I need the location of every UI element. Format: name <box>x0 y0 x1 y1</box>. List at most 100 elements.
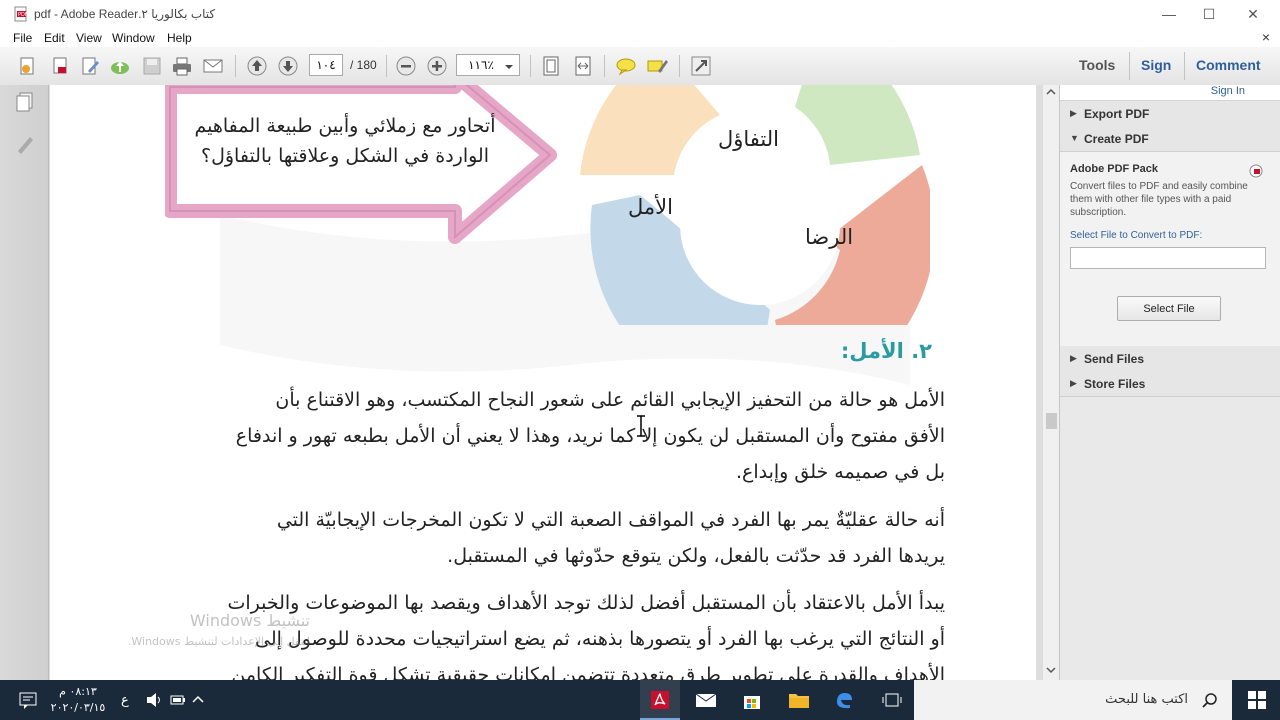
clock-time: ٠٨:١٣ م <box>59 685 97 698</box>
export-pdf-label: Export PDF <box>1084 107 1150 121</box>
expand-arrow-icon: ▶ <box>1070 108 1077 118</box>
store-files-label: Store Files <box>1084 377 1146 391</box>
save-icon[interactable] <box>141 55 163 77</box>
volume-icon[interactable] <box>145 692 163 708</box>
create-pdf-panel: Adobe PDF Pack Convert files to PDF and … <box>1060 152 1280 347</box>
email-icon[interactable] <box>202 55 224 77</box>
text-cursor-icon <box>637 415 645 437</box>
comment-tab[interactable]: Comment <box>1196 57 1261 73</box>
chevron-down-icon[interactable] <box>503 61 515 73</box>
text-line: الأهداف والقدرة على تطوير طرق متعددة تتض… <box>231 664 945 680</box>
page-number-input[interactable]: ١٠٤ <box>309 54 343 76</box>
pack-description: Convert files to PDF and easily combine … <box>1070 181 1248 218</box>
task-view-icon[interactable] <box>882 691 902 709</box>
pdf-page: أتحاور مع زملائي وأبين طبيعة المفاهيم ال… <box>50 85 1036 680</box>
close-button[interactable]: ✕ <box>1230 0 1276 29</box>
paragraph-1: الأمل هو حالة من التحفيز الإيجابي القائم… <box>145 382 945 490</box>
select-file-label: Select File to Convert to PDF: <box>1070 230 1203 241</box>
edge-browser-icon[interactable] <box>834 690 854 710</box>
collapse-arrow-icon: ▼ <box>1070 133 1079 143</box>
text-line: الأمل هو حالة من التحفيز الإيجابي القائم… <box>275 389 945 411</box>
scroll-down-icon[interactable] <box>1046 665 1056 675</box>
file-path-field[interactable] <box>1070 247 1266 269</box>
create-pdf-icon[interactable] <box>17 55 39 77</box>
fit-width-icon[interactable] <box>572 55 594 77</box>
windows-activation-watermark: تنشيط Windows <box>189 611 310 630</box>
adobe-reader-icon <box>651 691 669 709</box>
sign-in-link[interactable]: Sign In <box>1211 85 1245 97</box>
upload-cloud-icon[interactable] <box>109 55 131 77</box>
select-file-button[interactable]: Select File <box>1117 296 1221 321</box>
previous-page-icon[interactable] <box>246 55 268 77</box>
tools-tab[interactable]: Tools <box>1079 57 1115 73</box>
menu-window[interactable]: Window <box>112 31 155 45</box>
create-pdf-section[interactable]: ▼ Create PDF <box>1060 126 1280 152</box>
diagram-label-hope: الأمل <box>628 195 673 219</box>
close-document-icon[interactable]: × <box>1262 29 1270 45</box>
text-line: يريدها الفرد قد حدّثت بالفعل، ولكن يتوقع… <box>447 545 945 567</box>
windows-activation-subtext: انتقل إلى الإعدادات لتنشيط Windows. <box>127 635 310 648</box>
callout-line: أتحاور مع زملائي وأبين طبيعة المفاهيم <box>194 115 496 137</box>
full-screen-icon[interactable] <box>690 55 712 77</box>
battery-icon[interactable] <box>170 693 186 707</box>
fit-page-icon[interactable] <box>540 55 562 77</box>
send-files-label: Send Files <box>1084 352 1145 366</box>
clock-date: ٢٠٢٠/٠٣/١٥ <box>50 701 106 714</box>
title-bar: PDF كتاب بكالوريا ٢.pdf - Adobe Reader —… <box>0 0 1280 29</box>
scroll-thumb[interactable] <box>1046 413 1057 429</box>
paragraph-2: أنه حالة عقليّةٌ يمر بها الفرد في المواق… <box>145 502 945 574</box>
page-thumbnails-icon[interactable] <box>14 91 36 113</box>
export-pdf-section[interactable]: ▶ Export PDF <box>1060 101 1280 127</box>
diagram-label-contentment: الرضا <box>805 225 854 249</box>
maximize-button[interactable]: ☐ <box>1186 0 1232 29</box>
menu-edit[interactable]: Edit <box>44 31 65 45</box>
windows-start-icon[interactable] <box>1248 691 1266 709</box>
zoom-out-icon[interactable] <box>395 55 417 77</box>
paragraph-3: يبدأ الأمل بالاعتقاد بأن المستقبل أفضل ل… <box>145 585 945 680</box>
text-line: أنه حالة عقليّةٌ يمر بها الفرد في المواق… <box>276 509 945 531</box>
zoom-in-icon[interactable] <box>426 55 448 77</box>
scroll-up-icon[interactable] <box>1046 87 1056 97</box>
callout-text: أتحاور مع زملائي وأبين طبيعة المفاهيم ال… <box>190 111 500 171</box>
expand-arrow-icon: ▶ <box>1070 353 1077 363</box>
search-icon <box>1202 693 1217 708</box>
sticky-note-icon[interactable] <box>615 55 637 77</box>
input-language[interactable]: ع <box>121 692 129 708</box>
concept-ring-diagram <box>580 85 930 325</box>
tools-pane: Sign In ▶ Export PDF ▼ Create PDF Adobe … <box>1059 85 1280 680</box>
file-explorer-icon[interactable] <box>788 690 810 710</box>
window-title: كتاب بكالوريا ٢.pdf - Adobe Reader <box>34 7 216 21</box>
document-scrollbar[interactable] <box>1042 85 1060 680</box>
pack-title: Adobe PDF Pack <box>1070 163 1159 175</box>
windows-taskbar: ٠٨:١٣ م ٢٠٢٠/٠٣/١٥ ع اكتب هنا للبحث <box>0 680 1280 720</box>
pdf-document-icon: PDF <box>14 6 28 22</box>
store-icon[interactable] <box>742 690 762 710</box>
chevron-up-icon[interactable] <box>192 694 204 704</box>
ring-segment-top-left <box>580 85 720 175</box>
toolbar: ١٠٤ / 180 ١١٦٪ Tools Sign Comment <box>0 47 1280 86</box>
menu-file[interactable]: File <box>13 31 32 45</box>
signature-pen-icon[interactable] <box>14 133 36 155</box>
edit-pdf-icon[interactable] <box>79 55 101 77</box>
menu-help[interactable]: Help <box>167 31 192 45</box>
highlight-text-icon[interactable] <box>646 55 668 77</box>
navigation-pane <box>0 85 49 680</box>
menu-view[interactable]: View <box>76 31 102 45</box>
taskbar-adobe-reader[interactable] <box>640 680 680 720</box>
next-page-icon[interactable] <box>277 55 299 77</box>
page-total: / 180 <box>350 58 377 72</box>
store-files-section[interactable]: ▶ Store Files <box>1060 371 1280 397</box>
action-center-icon[interactable] <box>18 692 40 710</box>
svg-text:PDF: PDF <box>18 12 28 18</box>
combine-files-icon[interactable] <box>49 55 71 77</box>
create-pdf-label: Create PDF <box>1084 132 1149 146</box>
send-files-section[interactable]: ▶ Send Files <box>1060 346 1280 372</box>
print-icon[interactable] <box>171 55 193 77</box>
sign-tab[interactable]: Sign <box>1141 57 1171 73</box>
expand-arrow-icon: ▶ <box>1070 378 1077 388</box>
mail-icon[interactable] <box>695 692 717 708</box>
taskbar-search-box[interactable]: اكتب هنا للبحث <box>914 680 1232 720</box>
search-placeholder: اكتب هنا للبحث <box>1105 692 1188 707</box>
pdf-pack-icon <box>1249 164 1263 178</box>
clock[interactable]: ٠٨:١٣ م ٢٠٢٠/٠٣/١٥ <box>50 684 106 716</box>
